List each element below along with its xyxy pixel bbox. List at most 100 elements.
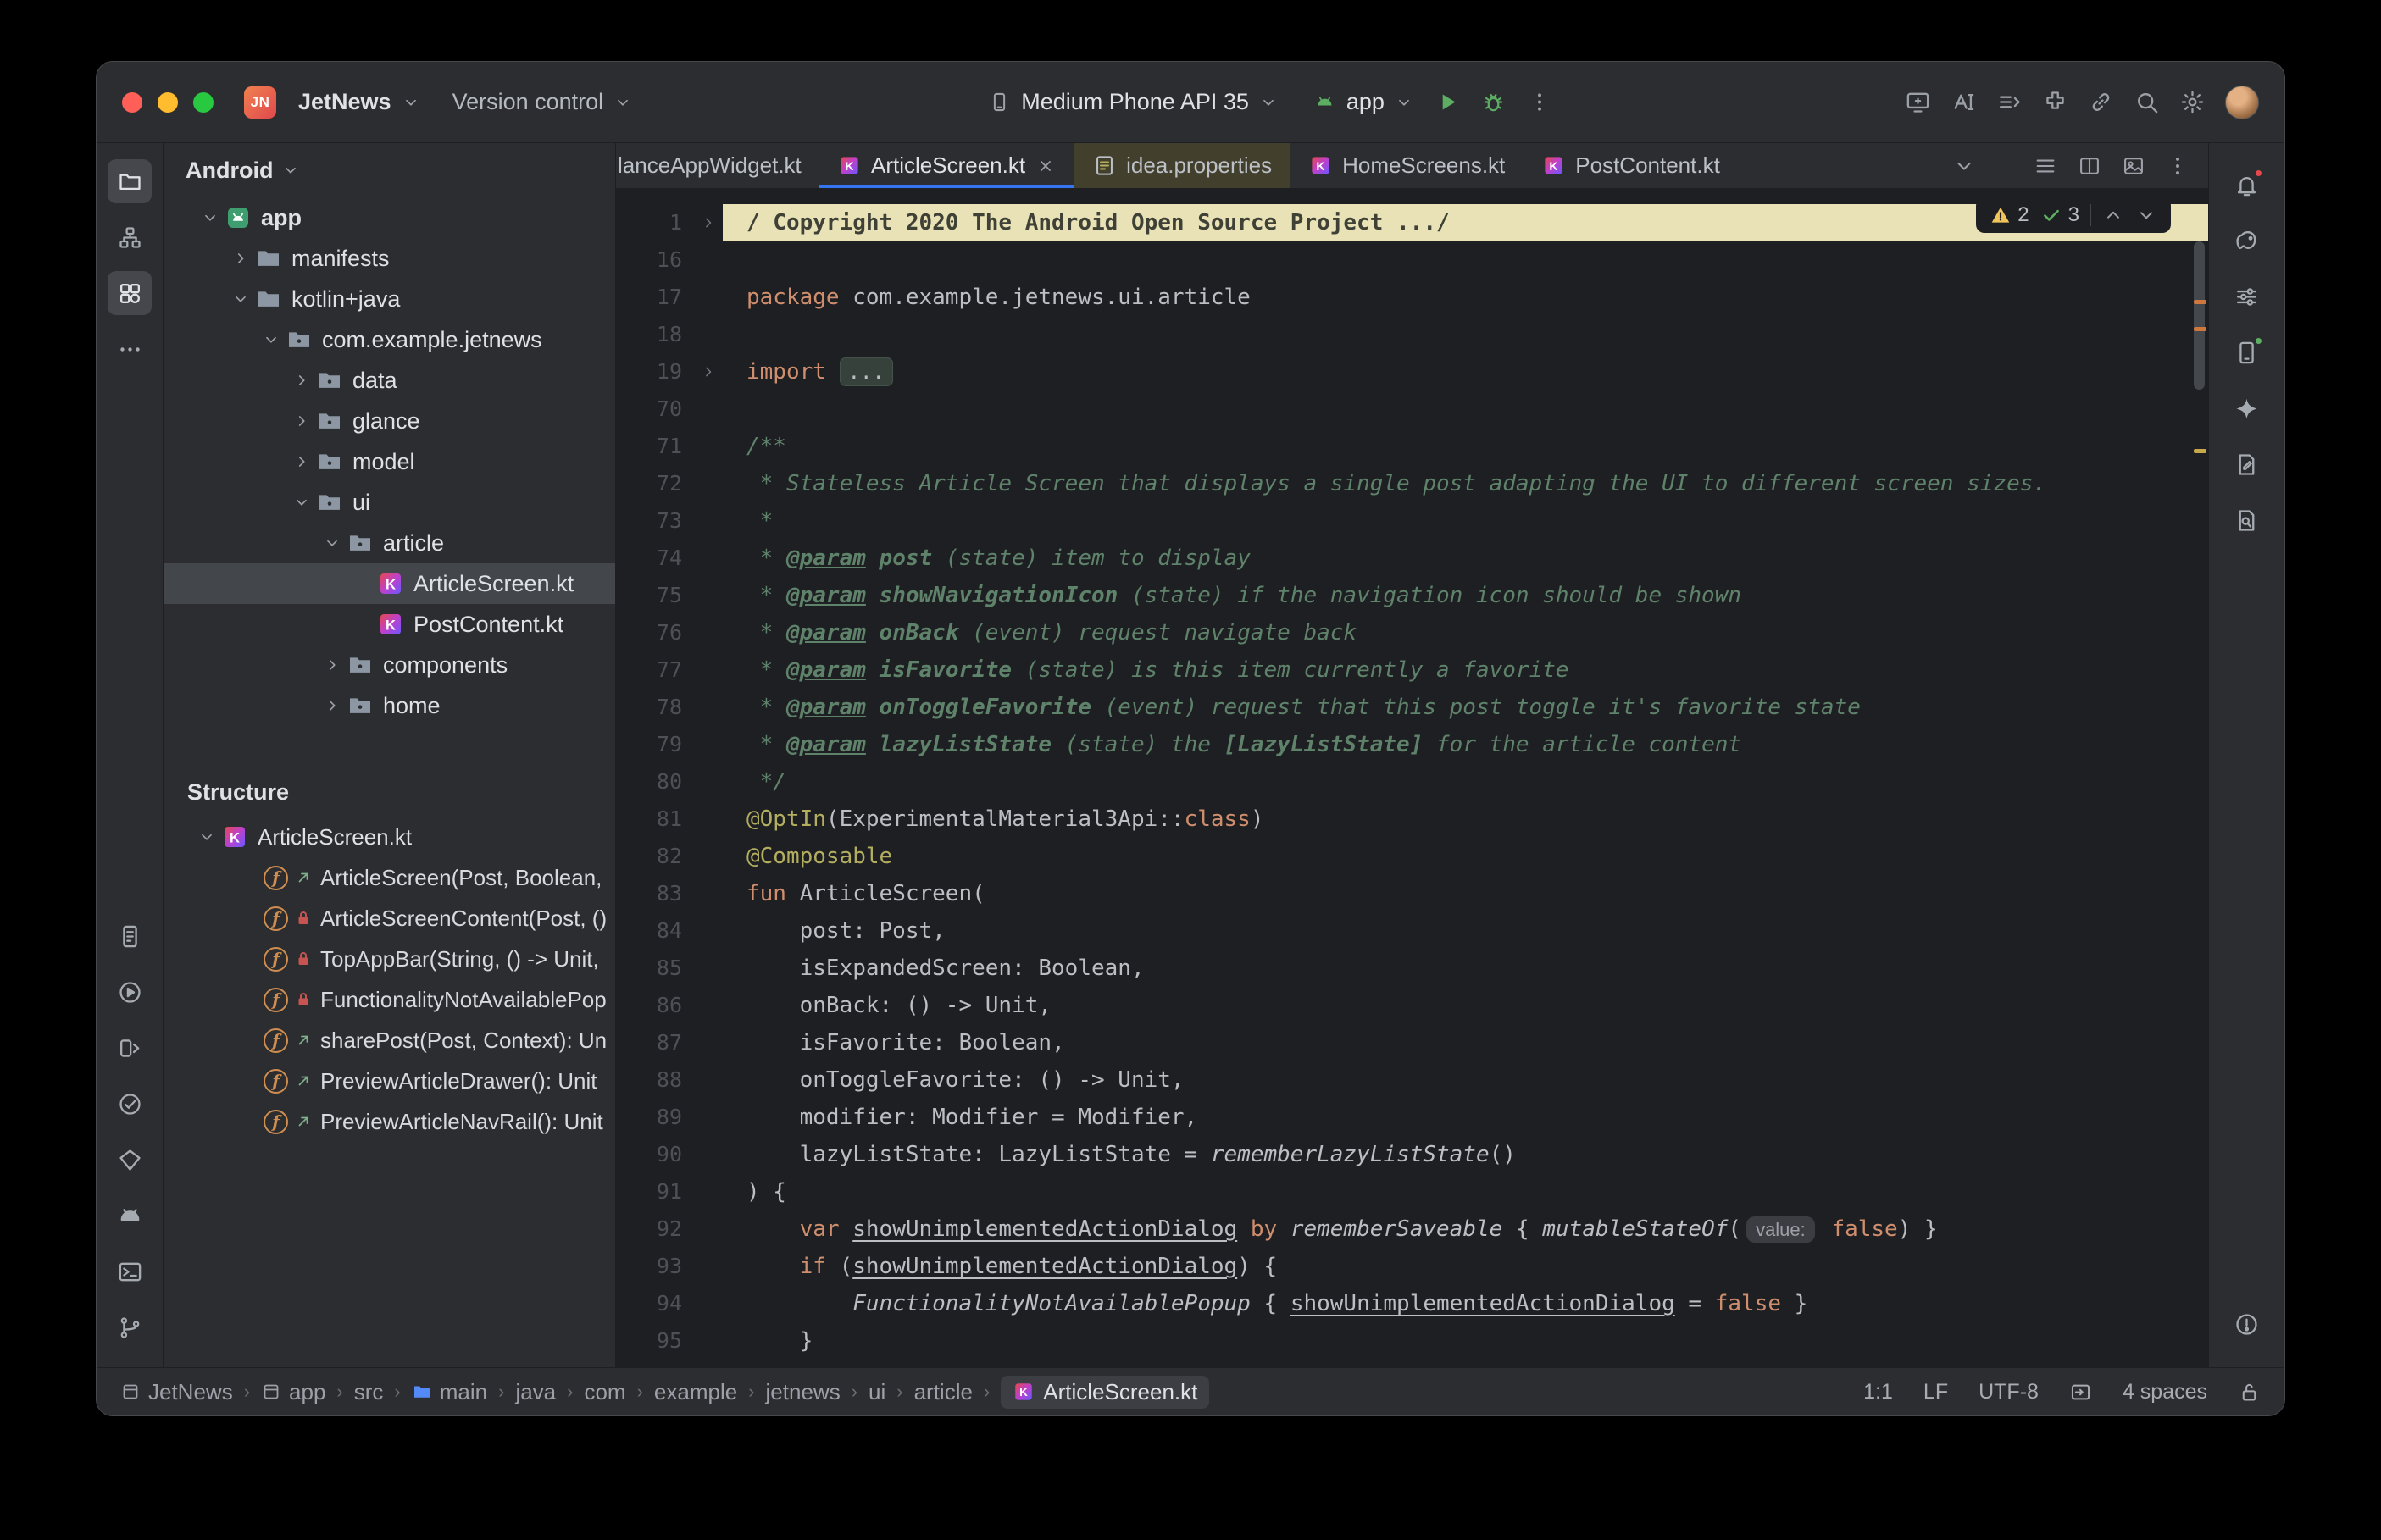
run-configuration-selector[interactable]: app — [1302, 80, 1425, 125]
link-button[interactable] — [2081, 83, 2120, 122]
tab-articlescreen-kt[interactable]: K ArticleScreen.kt — [819, 143, 1075, 188]
chevron-right-icon[interactable] — [318, 656, 347, 674]
warning-stripe-mark[interactable] — [2194, 449, 2206, 453]
line-number[interactable]: 16 — [616, 241, 694, 279]
line-number[interactable]: 80 — [616, 763, 694, 800]
structure-item-topappbar[interactable]: f TopAppBar(String, () -> Unit, — [164, 939, 615, 979]
line-number[interactable]: 18 — [616, 316, 694, 353]
code-line-88[interactable]: 88 onToggleFavorite: () -> Unit, — [616, 1061, 2208, 1099]
chevron-right-icon[interactable] — [287, 371, 316, 390]
code-text[interactable]: onToggleFavorite: () -> Unit, — [723, 1061, 2208, 1099]
minimize-window-button[interactable] — [158, 91, 178, 113]
code-line-18[interactable]: 18 — [616, 316, 2208, 353]
preview-layout-button[interactable] — [2115, 147, 2152, 185]
structure-item-functionalitynotavailablepop[interactable]: f FunctionalityNotAvailablePop — [164, 979, 615, 1020]
line-number[interactable]: 74 — [616, 540, 694, 577]
code-text[interactable]: ) { — [723, 1173, 2208, 1210]
code-text[interactable]: @Composable — [723, 838, 2208, 875]
chevron-down-icon[interactable] — [257, 330, 286, 349]
code-line-70[interactable]: 70 — [616, 391, 2208, 428]
more-run-actions-button[interactable] — [1520, 83, 1559, 122]
notifications-button[interactable] — [2225, 163, 2269, 207]
line-number[interactable]: 95 — [616, 1322, 694, 1360]
line-number[interactable]: 89 — [616, 1099, 694, 1136]
tree-item-com-example-jetnews[interactable]: com.example.jetnews — [164, 319, 615, 360]
code-line-74[interactable]: 74 * @param post (state) item to display — [616, 540, 2208, 577]
chevron-right-icon[interactable] — [226, 249, 255, 268]
code-text[interactable]: * @param onBack (event) request navigate… — [723, 614, 2208, 651]
tree-item-components[interactable]: components — [164, 645, 615, 685]
letter-a-cursor-button[interactable] — [1944, 83, 1983, 122]
next-problem-button[interactable] — [2135, 204, 2157, 226]
code-text[interactable]: if (showUnimplementedActionDialog) { — [723, 1248, 2208, 1285]
code-line-89[interactable]: 89 modifier: Modifier = Modifier, — [616, 1099, 2208, 1136]
hidden-tabs-button[interactable] — [1945, 147, 1983, 185]
code-text[interactable]: * @param post (state) item to display — [723, 540, 2208, 577]
structure-item-previewarticledrawer[interactable]: f PreviewArticleDrawer(): Unit — [164, 1061, 615, 1101]
previous-problem-button[interactable] — [2102, 204, 2124, 226]
line-number[interactable]: 79 — [616, 726, 694, 763]
structure-item-sharepost[interactable]: f sharePost(Post, Context): Un — [164, 1020, 615, 1061]
tree-item-article[interactable]: article — [164, 523, 615, 563]
code-text[interactable]: } — [723, 1322, 2208, 1360]
structure-root-articlescreen-kt[interactable]: K ArticleScreen.kt — [164, 817, 615, 857]
running-devices-button[interactable] — [108, 1026, 152, 1070]
warning-stripe-mark[interactable] — [2194, 300, 2206, 304]
code-line-92[interactable]: 92 var showUnimplementedActionDialog by … — [616, 1210, 2208, 1248]
code-line-73[interactable]: 73 * — [616, 502, 2208, 540]
code-line-79[interactable]: 79 * @param lazyListState (state) the [L… — [616, 726, 2208, 763]
code-text[interactable]: /** — [723, 428, 2208, 465]
tree-item-articlescreen-kt[interactable]: K ArticleScreen.kt — [164, 563, 615, 604]
split-editor-button[interactable] — [2071, 147, 2108, 185]
line-number[interactable]: 76 — [616, 614, 694, 651]
structure-item-articlescreencontent[interactable]: f ArticleScreenContent(Post, () — [164, 898, 615, 939]
line-number[interactable]: 78 — [616, 689, 694, 726]
tree-item-glance[interactable]: glance — [164, 401, 615, 441]
more-tool-windows-button[interactable] — [108, 327, 152, 371]
chevron-down-icon[interactable] — [287, 493, 316, 512]
close-window-button[interactable] — [122, 91, 142, 113]
warning-stripe-mark[interactable] — [2194, 327, 2206, 331]
line-number[interactable]: 72 — [616, 465, 694, 502]
run-button[interactable] — [1429, 83, 1468, 122]
file-list-button[interactable] — [2027, 147, 2064, 185]
code-line-93[interactable]: 93 if (showUnimplementedActionDialog) { — [616, 1248, 2208, 1285]
zoom-window-button[interactable] — [193, 91, 214, 113]
line-number[interactable]: 93 — [616, 1248, 694, 1285]
device-explorer-button[interactable] — [108, 914, 152, 958]
code-text[interactable]: * @param showNavigationIcon (state) if t… — [723, 577, 2208, 614]
line-number[interactable]: 86 — [616, 987, 694, 1024]
chevron-right-icon[interactable] — [287, 412, 316, 430]
editor-scrollbar[interactable] — [2190, 189, 2208, 1367]
warnings-indicator[interactable]: 2 — [1990, 203, 2029, 227]
code-text[interactable]: fun ArticleScreen( — [723, 875, 2208, 912]
tree-item-manifests[interactable]: manifests — [164, 238, 615, 279]
checks-indicator[interactable]: 3 — [2040, 203, 2079, 227]
line-number[interactable]: 77 — [616, 651, 694, 689]
breadcrumb-item-app[interactable]: app — [261, 1379, 325, 1405]
fold-marker-icon[interactable] — [694, 353, 723, 391]
code-line-81[interactable]: 81 @OptIn(ExperimentalMaterial3Api::class… — [616, 800, 2208, 838]
code-text[interactable] — [723, 241, 2208, 279]
code-text[interactable]: onBack: () -> Unit, — [723, 987, 2208, 1024]
chevron-down-icon[interactable] — [192, 828, 221, 846]
run-tool-button[interactable] — [108, 970, 152, 1014]
gemini-button[interactable] — [2225, 386, 2269, 430]
code-line-19[interactable]: 19 import ... — [616, 353, 2208, 391]
breadcrumb-item-java[interactable]: java — [515, 1379, 556, 1405]
breadcrumb-item-main[interactable]: main — [412, 1379, 487, 1405]
app-inspection-button[interactable] — [108, 1138, 152, 1182]
tab-lanceappwidget-kt[interactable]: lanceAppWidget.kt — [616, 143, 819, 188]
breadcrumb-item-com[interactable]: com — [584, 1379, 625, 1405]
code-text[interactable]: * — [723, 502, 2208, 540]
gradle-button[interactable] — [2225, 219, 2269, 263]
line-number[interactable]: 1 — [616, 204, 694, 241]
line-number[interactable]: 92 — [616, 1210, 694, 1248]
line-number[interactable]: 81 — [616, 800, 694, 838]
code-text[interactable] — [723, 391, 2208, 428]
tab-idea-properties[interactable]: idea.properties — [1074, 143, 1291, 188]
breadcrumb-item-jetnews[interactable]: jetnews — [766, 1379, 841, 1405]
tree-item-postcontent-kt[interactable]: K PostContent.kt — [164, 604, 615, 645]
code-text[interactable]: isFavorite: Boolean, — [723, 1024, 2208, 1061]
line-number[interactable]: 75 — [616, 577, 694, 614]
